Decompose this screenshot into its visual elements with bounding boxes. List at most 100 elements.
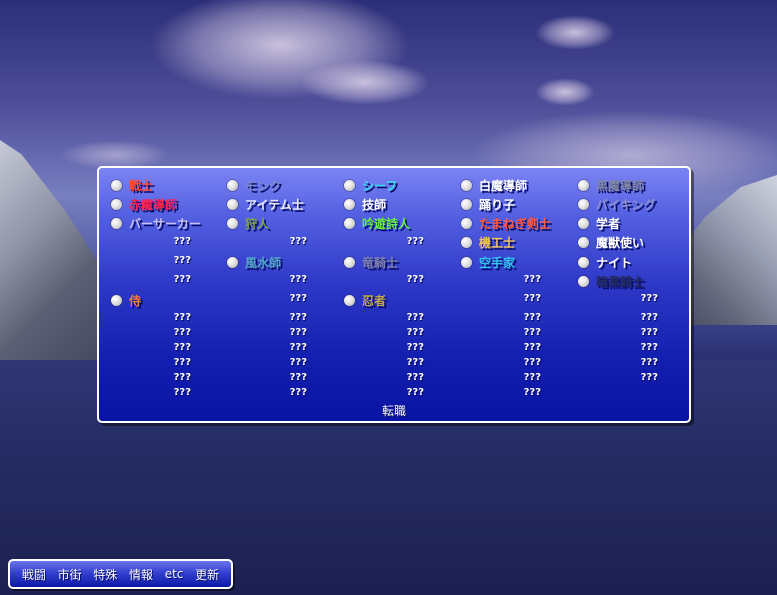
unknown-job-label: ??? [523, 312, 541, 323]
job-label: 黒魔導師 [596, 179, 645, 193]
job-radio[interactable] [344, 218, 355, 229]
job-radio[interactable] [461, 257, 472, 268]
unknown-job-label: ??? [173, 312, 191, 323]
job-radio[interactable] [344, 295, 355, 306]
unknown-job-label: ??? [289, 327, 307, 338]
unknown-job-label: ??? [523, 387, 541, 398]
unknown-job-label: ??? [406, 274, 424, 285]
job-label: バーサーカー [129, 217, 201, 231]
job-label: 魔獣使い [596, 236, 645, 250]
unknown-job-label: ??? [173, 357, 191, 368]
job-radio[interactable] [227, 180, 238, 191]
job-label: 踊り子 [479, 198, 516, 212]
nav-link[interactable]: 市街 [58, 566, 82, 583]
nav-link[interactable]: 情報 [129, 566, 153, 583]
job-label: 赤魔導師 [129, 198, 178, 212]
unknown-job-label: ??? [406, 372, 424, 383]
job-label: ナイト [596, 256, 633, 270]
unknown-job-label: ??? [406, 387, 424, 398]
job-label: 白魔導師 [479, 179, 528, 193]
unknown-job-label: ??? [523, 372, 541, 383]
job-label: 空手家 [479, 256, 516, 270]
job-radio[interactable] [461, 199, 472, 210]
bottom-nav-menu: 戦闘 市街 特殊 情報 etc 更新 [8, 559, 233, 589]
job-label: 機工士 [479, 236, 516, 250]
unknown-job-label: ??? [173, 342, 191, 353]
job-radio[interactable] [461, 180, 472, 191]
unknown-job-label: ??? [173, 255, 191, 266]
unknown-job-label: ??? [640, 293, 658, 304]
cloud [535, 15, 615, 50]
job-label: 戦士 [129, 179, 154, 193]
job-radio[interactable] [344, 199, 355, 210]
job-label: 暗黒騎士 [596, 275, 645, 289]
unknown-job-label: ??? [523, 274, 541, 285]
job-label: たまねぎ剣士 [479, 217, 551, 231]
job-selection-panel: 転職 戦士 モンク シーフ 白魔導師 黒魔導師赤魔導師 アイテム士 技師 踊り子 バイキングバー… [97, 166, 691, 423]
job-radio[interactable] [227, 257, 238, 268]
unknown-job-label: ??? [640, 372, 658, 383]
job-label: シーフ [362, 179, 398, 193]
cloud [300, 60, 430, 105]
unknown-job-label: ??? [406, 312, 424, 323]
nav-link[interactable]: etc [165, 567, 184, 581]
job-radio[interactable] [344, 257, 355, 268]
unknown-job-label: ??? [289, 357, 307, 368]
job-label: 侍 [129, 294, 142, 308]
cloud [535, 78, 595, 106]
job-radio[interactable] [578, 199, 589, 210]
job-label: 忍者 [362, 294, 387, 308]
unknown-job-label: ??? [523, 342, 541, 353]
job-label: 風水師 [245, 256, 282, 270]
unknown-job-label: ??? [289, 312, 307, 323]
nav-link[interactable]: 特殊 [93, 566, 117, 583]
change-job-button[interactable]: 転職 [99, 402, 689, 419]
unknown-job-label: ??? [640, 357, 658, 368]
job-radio[interactable] [227, 199, 238, 210]
job-label: 吟遊詩人 [362, 217, 411, 231]
nav-link[interactable]: 戦闘 [22, 566, 46, 583]
job-label: 学者 [596, 217, 621, 231]
unknown-job-label: ??? [406, 327, 424, 338]
unknown-job-label: ??? [406, 342, 424, 353]
job-label: バイキング [596, 198, 656, 212]
job-radio[interactable] [578, 257, 589, 268]
unknown-job-label: ??? [640, 342, 658, 353]
unknown-job-label: ??? [289, 342, 307, 353]
nav-link[interactable]: 更新 [195, 566, 219, 583]
job-radio[interactable] [461, 237, 472, 248]
unknown-job-label: ??? [289, 236, 307, 247]
job-radio[interactable] [578, 276, 589, 287]
unknown-job-label: ??? [523, 357, 541, 368]
unknown-job-label: ??? [173, 387, 191, 398]
unknown-job-label: ??? [173, 236, 191, 247]
unknown-job-label: ??? [406, 357, 424, 368]
unknown-job-label: ??? [173, 372, 191, 383]
unknown-job-label: ??? [406, 236, 424, 247]
unknown-job-label: ??? [640, 327, 658, 338]
job-radio[interactable] [111, 180, 122, 191]
unknown-job-label: ??? [289, 372, 307, 383]
job-label: 技師 [362, 198, 387, 212]
job-radio[interactable] [111, 295, 122, 306]
job-label: 狩人 [245, 217, 270, 231]
job-label: 竜騎士 [362, 256, 399, 270]
unknown-job-label: ??? [289, 387, 307, 398]
unknown-job-label: ??? [289, 293, 307, 304]
job-label: モンク [245, 179, 282, 193]
unknown-job-label: ??? [523, 327, 541, 338]
unknown-job-label: ??? [640, 312, 658, 323]
job-radio[interactable] [578, 237, 589, 248]
job-radio[interactable] [227, 218, 238, 229]
job-radio[interactable] [578, 180, 589, 191]
job-label: アイテム士 [245, 198, 304, 212]
job-radio[interactable] [461, 218, 472, 229]
job-radio[interactable] [578, 218, 589, 229]
job-radio[interactable] [111, 199, 122, 210]
unknown-job-label: ??? [173, 327, 191, 338]
job-radio[interactable] [344, 180, 355, 191]
job-radio[interactable] [111, 218, 122, 229]
unknown-job-label: ??? [289, 274, 307, 285]
unknown-job-label: ??? [523, 293, 541, 304]
unknown-job-label: ??? [173, 274, 191, 285]
